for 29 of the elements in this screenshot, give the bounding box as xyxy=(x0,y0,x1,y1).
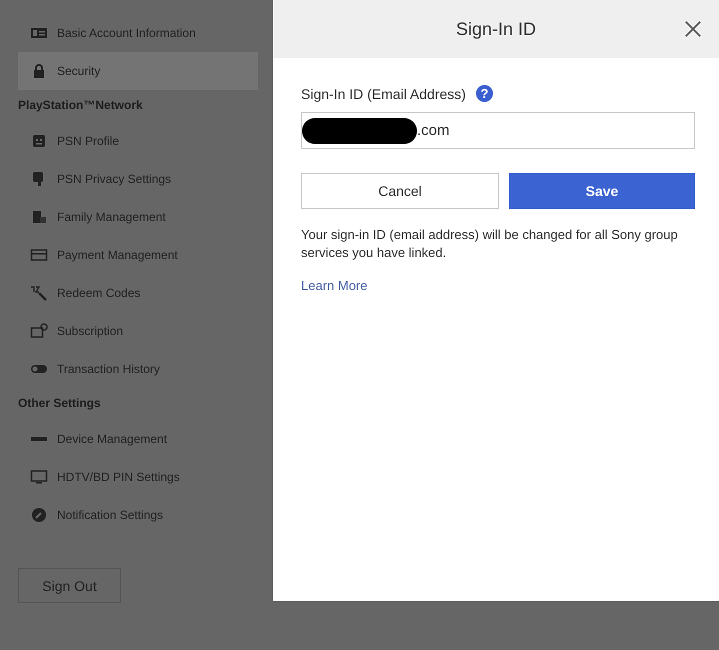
field-label: Sign-In ID (Email Address) xyxy=(301,86,466,102)
sidebar-item[interactable]: PSN Profile xyxy=(18,122,258,160)
sidebar-item[interactable]: PSN Privacy Settings xyxy=(18,160,258,198)
sidebar-item[interactable]: Notification Settings xyxy=(18,496,258,534)
sidebar-item[interactable]: Security xyxy=(18,52,258,90)
sidebar-item[interactable]: Redeem Codes xyxy=(18,274,258,312)
sidebar-item[interactable]: Subscription xyxy=(18,312,258,350)
sidebar-item[interactable]: Transaction History xyxy=(18,350,258,388)
section-heading: Other Settings xyxy=(18,395,102,412)
monitor-icon xyxy=(30,469,48,485)
credit-card-icon xyxy=(30,247,48,263)
help-button[interactable]: ? xyxy=(476,85,493,102)
close-icon[interactable] xyxy=(684,20,702,38)
sidebar-item[interactable]: HDTV/BD PIN Settings xyxy=(18,458,258,496)
section-heading: PlayStation™Network xyxy=(18,97,144,114)
subscription-icon xyxy=(30,323,48,339)
id-card-icon xyxy=(30,25,48,41)
sidebar-item[interactable]: Basic Account Information xyxy=(18,14,258,52)
face-icon xyxy=(30,133,48,149)
sidebar-item[interactable]: Payment Management xyxy=(18,236,258,274)
dialog-title: Sign-In ID xyxy=(456,18,536,40)
info-text: Your sign-in ID (email address) will be changed for all Sony group services you have linked. xyxy=(301,226,679,262)
cancel-button[interactable]: Cancel xyxy=(301,173,499,209)
sign-out-button[interactable]: Sign Out xyxy=(18,568,121,603)
sidebar-item[interactable]: Family Management xyxy=(18,198,258,236)
sidebar-item[interactable]: Device Management xyxy=(18,420,258,458)
email-field[interactable]: .com xyxy=(301,112,695,149)
learn-more-link[interactable]: Learn More xyxy=(301,278,368,293)
save-button[interactable]: Save xyxy=(509,173,695,209)
